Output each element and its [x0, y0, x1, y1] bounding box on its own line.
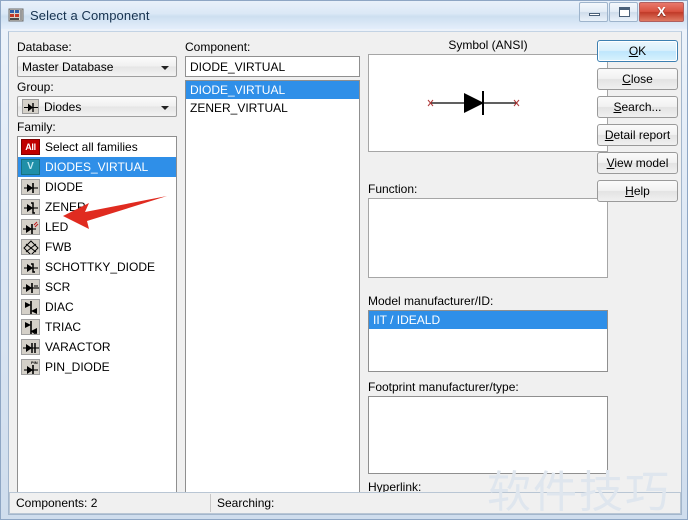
symbol-preview-panel: [368, 54, 608, 152]
close-button[interactable]: X: [639, 2, 684, 22]
family-item-label: SCR: [45, 280, 71, 294]
detail-report-button[interactable]: Detail report: [597, 124, 678, 146]
family-item-diac[interactable]: DIAC: [18, 297, 176, 317]
diodes-group-icon: [22, 99, 39, 114]
footprint-manufacturer-listbox[interactable]: [368, 396, 608, 474]
family-item-schottky-diode[interactable]: SCHOTTKY_DIODE: [18, 257, 176, 277]
minimize-icon: [589, 13, 600, 16]
diac-icon: [21, 299, 40, 315]
family-item-label: SCHOTTKY_DIODE: [45, 260, 156, 274]
component-item-diode-virtual[interactable]: DIODE_VIRTUAL: [186, 81, 359, 99]
component-label: Component:: [185, 40, 251, 54]
window-controls: X: [579, 2, 684, 22]
model-manufacturer-listbox[interactable]: IIT / IDEALD: [368, 310, 608, 372]
restore-button[interactable]: [609, 2, 638, 22]
led-icon: [21, 219, 40, 235]
component-search-input[interactable]: DIODE_VIRTUAL: [185, 56, 360, 77]
search-button[interactable]: Search...: [597, 96, 678, 118]
group-combo-value: Diodes: [44, 99, 82, 114]
family-item-varactor[interactable]: VARACTOR: [18, 337, 176, 357]
model-item-label: IIT / IDEALD: [373, 313, 441, 327]
ok-button[interactable]: OK: [597, 40, 678, 62]
database-label: Database:: [17, 40, 72, 54]
zener-icon: [21, 199, 40, 215]
family-item-diode[interactable]: DIODE: [18, 177, 176, 197]
database-combo[interactable]: Master Database: [17, 56, 177, 77]
view-model-button[interactable]: View model: [597, 152, 678, 174]
pin-diode-icon: PIN: [21, 359, 40, 375]
svg-text:PIN: PIN: [31, 360, 38, 365]
button-label: Help: [625, 184, 650, 198]
title-bar: Select a Component X: [1, 1, 687, 29]
family-item-scr[interactable]: SCR: [18, 277, 176, 297]
family-listbox[interactable]: All Select all families V DIODES_VIRTUAL DIO…: [17, 136, 177, 494]
all-families-icon: All: [21, 139, 40, 155]
family-item-label: ZENER: [45, 200, 86, 214]
family-item-label: VARACTOR: [45, 340, 111, 354]
diode-symbol: [427, 91, 520, 115]
component-database-icon: [8, 7, 24, 23]
button-label: OK: [628, 44, 647, 58]
family-item-label: DIAC: [45, 300, 74, 314]
function-field[interactable]: [368, 198, 608, 278]
button-label: View model: [606, 156, 669, 170]
virtual-diode-icon: V: [21, 159, 40, 175]
family-item-label: LED: [45, 220, 69, 234]
family-item-label: TRIAC: [45, 320, 81, 334]
family-item-diodes-virtual[interactable]: V DIODES_VIRTUAL: [18, 157, 176, 177]
family-item-label: DIODE: [45, 180, 84, 194]
scr-icon: [21, 279, 40, 295]
family-item-zener[interactable]: ZENER: [18, 197, 176, 217]
close-icon: X: [657, 4, 666, 19]
window-title: Select a Component: [30, 7, 150, 23]
component-search-value: DIODE_VIRTUAL: [190, 59, 286, 74]
family-item-fwb[interactable]: FWB: [18, 237, 176, 257]
status-bar: Components: 2 Searching:: [9, 492, 681, 514]
component-listbox[interactable]: DIODE_VIRTUAL ZENER_VIRTUAL: [185, 80, 360, 494]
family-item-label: PIN_DIODE: [45, 360, 110, 374]
model-item[interactable]: IIT / IDEALD: [369, 311, 607, 329]
family-item-select all families[interactable]: All Select all families: [18, 137, 176, 157]
group-label: Group:: [17, 80, 54, 94]
family-item-label: Select all families: [45, 140, 138, 154]
minimize-button[interactable]: [579, 2, 608, 22]
family-item-label: DIODES_VIRTUAL: [45, 160, 149, 174]
component-item-label: DIODE_VIRTUAL: [190, 83, 286, 97]
status-components-count: Components: 2: [16, 496, 98, 510]
button-label: Detail report: [604, 128, 671, 142]
diode-icon: [21, 179, 40, 195]
schottky-diode-icon: [21, 259, 40, 275]
footprint-manufacturer-label: Footprint manufacturer/type:: [368, 380, 519, 394]
select-component-dialog: Select a Component X Database: Master Da…: [0, 0, 688, 520]
model-manufacturer-label: Model manufacturer/ID:: [368, 294, 494, 308]
varactor-icon: [21, 339, 40, 355]
close-button[interactable]: Close: [597, 68, 678, 90]
family-label: Family:: [17, 120, 56, 134]
button-label: Close: [622, 72, 653, 86]
chevron-down-icon: [161, 66, 169, 70]
function-label: Function:: [368, 182, 418, 196]
group-combo[interactable]: Diodes: [17, 96, 177, 117]
help-button[interactable]: Help: [597, 180, 678, 202]
triac-icon: [21, 319, 40, 335]
symbol-label: Symbol (ANSI): [448, 38, 528, 52]
component-item-zener-virtual[interactable]: ZENER_VIRTUAL: [186, 99, 359, 117]
full-wave-bridge-icon: [21, 239, 40, 255]
dialog-client-area: Database: Master Database Group: Diodes …: [8, 31, 682, 515]
family-item-led[interactable]: LED: [18, 217, 176, 237]
restore-icon: [619, 7, 630, 17]
family-item-pin-diode[interactable]: PIN PIN_DIODE: [18, 357, 176, 377]
chevron-down-icon: [161, 106, 169, 110]
family-item-triac[interactable]: TRIAC: [18, 317, 176, 337]
button-label: Search...: [613, 100, 662, 114]
component-item-label: ZENER_VIRTUAL: [190, 101, 288, 115]
status-searching: Searching:: [217, 496, 275, 510]
family-item-label: FWB: [45, 240, 72, 254]
database-combo-value: Master Database: [22, 59, 114, 74]
